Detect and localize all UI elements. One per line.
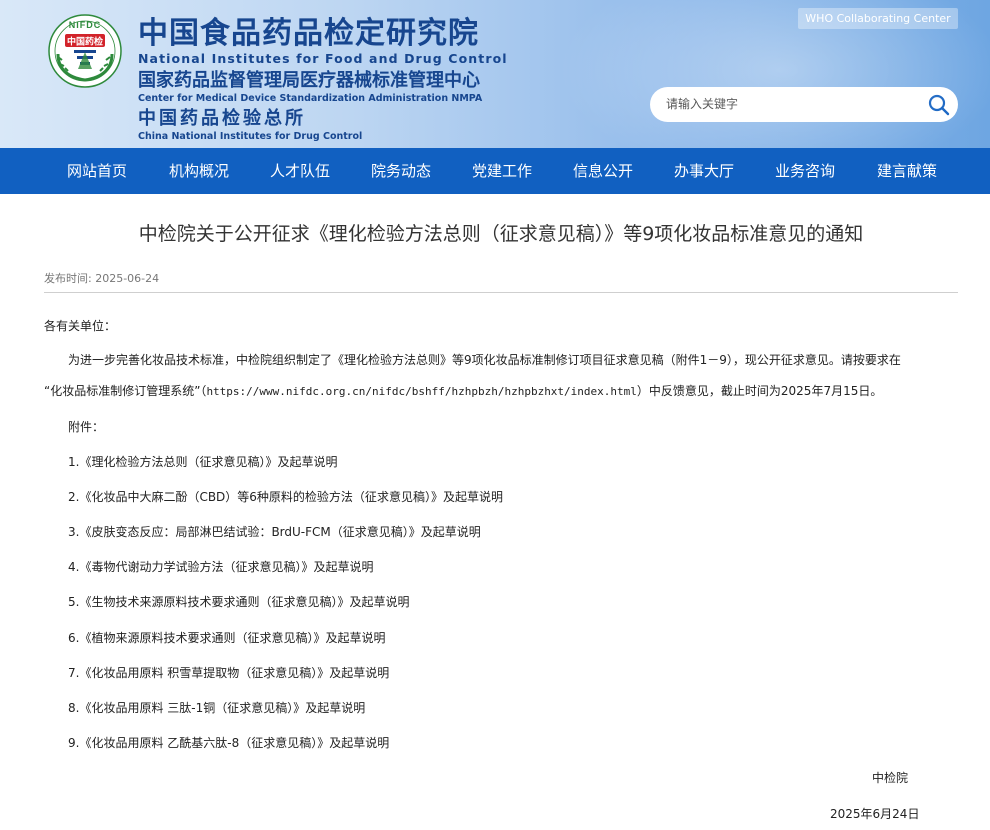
deadline-text: ）中反馈意见，截止时间为2025年7月15日。	[636, 384, 883, 398]
sub-org1-en: Center for Medical Device Standardizatio…	[138, 93, 483, 104]
brand-title-en: National Institutes for Food and Drug Co…	[138, 51, 508, 66]
attachment-item[interactable]: 2.《化妆品中大麻二酚（CBD）等6种原料的检验方法（征求意见稿）》及起草说明	[68, 488, 503, 506]
search-box[interactable]: 请输入关键字	[650, 87, 958, 122]
nav-item-party[interactable]: 党建工作	[457, 148, 547, 194]
nav-item-services[interactable]: 办事大厅	[659, 148, 749, 194]
brand-title-cn: 中国食品药品检定研究院	[138, 16, 479, 51]
nav-item-suggestions[interactable]: 建言献策	[862, 148, 952, 194]
nav-item-about[interactable]: 机构概况	[154, 148, 244, 194]
logo-badge-text: 中国药检	[67, 36, 103, 48]
attachment-item[interactable]: 6.《植物来源原料技术要求通则（征求意见稿）》及起草说明	[68, 629, 385, 647]
title-divider	[44, 292, 958, 293]
publish-date: 发布时间: 2025-06-24	[44, 272, 160, 285]
signature-org: 中检院	[872, 771, 909, 785]
attachment-item[interactable]: 3.《皮肤变态反应：局部淋巴结试验：BrdU-FCM（征求意见稿）》及起草说明	[68, 523, 481, 541]
attachments-label: 附件：	[68, 420, 105, 434]
site-header: NIFDC 中国药检 中国食品药品检定研究院 National Institut…	[0, 0, 990, 148]
body-paragraph-line2: “化妆品标准制修订管理系统”（https://www.nifdc.org.cn/…	[44, 382, 882, 401]
signature-date: 2025年6月24日	[830, 807, 920, 821]
search-icon[interactable]	[928, 94, 950, 116]
main-nav: 网站首页 机构概况 人才队伍 院务动态 党建工作 信息公开 办事大厅 业务咨询 …	[0, 148, 990, 194]
nav-item-disclosure[interactable]: 信息公开	[558, 148, 648, 194]
sub-org2-en: China National Institutes for Drug Contr…	[138, 131, 363, 142]
nav-item-consult[interactable]: 业务咨询	[760, 148, 850, 194]
attachment-item[interactable]: 5.《生物技术来源原料技术要求通则（征求意见稿）》及起草说明	[68, 593, 409, 611]
search-input[interactable]: 请输入关键字	[666, 87, 738, 122]
system-name-text: “化妆品标准制修订管理系统”（	[44, 384, 207, 398]
sub-org1-cn: 国家药品监督管理局医疗器械标准管理中心	[138, 70, 480, 91]
nav-item-talent[interactable]: 人才队伍	[255, 148, 345, 194]
nifdc-logo[interactable]: NIFDC 中国药检	[48, 14, 122, 88]
who-center-link[interactable]: WHO Collaborating Center	[798, 8, 958, 29]
brand-block: 中国食品药品检定研究院 National Institutes for Food…	[138, 16, 508, 142]
article-title: 中检院关于公开征求《理化检验方法总则（征求意见稿）》等9项化妆品标准意见的通知	[138, 223, 864, 245]
system-url-link[interactable]: https://www.nifdc.org.cn/nifdc/bshff/hzh…	[206, 385, 636, 398]
sub-org2-cn: 中国药品检验总所	[138, 108, 306, 129]
attachment-item[interactable]: 9.《化妆品用原料 乙酰基六肽-8（征求意见稿）》及起草说明	[68, 734, 389, 752]
nav-item-news[interactable]: 院务动态	[356, 148, 446, 194]
nav-item-home[interactable]: 网站首页	[52, 148, 142, 194]
body-paragraph-line1: 为进一步完善化妆品技术标准，中检院组织制定了《理化检验方法总则》等9项化妆品标准…	[68, 353, 901, 367]
salutation: 各有关单位：	[44, 319, 117, 333]
attachment-item[interactable]: 8.《化妆品用原料 三肽-1铜（征求意见稿）》及起草说明	[68, 699, 365, 717]
attachment-item[interactable]: 1.《理化检验方法总则（征求意见稿）》及起草说明	[68, 453, 337, 471]
logo-top-text: NIFDC	[69, 20, 102, 30]
attachment-item[interactable]: 7.《化妆品用原料 积雪草提取物（征求意见稿）》及起草说明	[68, 664, 389, 682]
attachment-item[interactable]: 4.《毒物代谢动力学试验方法（征求意见稿）》及起草说明	[68, 558, 373, 576]
